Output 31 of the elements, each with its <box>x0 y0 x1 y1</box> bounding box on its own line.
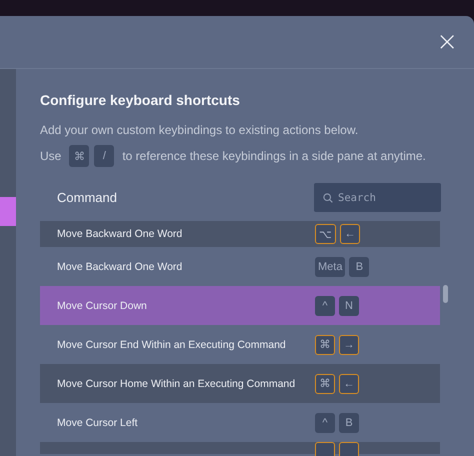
scrollbar-thumb[interactable] <box>443 285 448 303</box>
key-cap: B <box>339 412 359 432</box>
shortcut-row[interactable]: Move Cursor End Within an Executing Command ⌘ → <box>40 325 440 364</box>
key-cap: B <box>349 256 370 276</box>
key-cap: ← <box>339 374 359 394</box>
shortcut-row[interactable]: Move Cursor Left ^ B <box>40 403 440 442</box>
key-cap: ^ <box>315 296 335 316</box>
key-cap: ⌘ <box>315 374 335 394</box>
key-cap: ^ <box>315 412 335 432</box>
key-cap: ⌥ <box>315 224 336 244</box>
shortcut-row[interactable]: Move Cursor Down ^ N <box>40 286 440 325</box>
key-cap: N <box>339 296 359 316</box>
search-icon <box>323 193 333 203</box>
key-cap: / <box>94 145 114 167</box>
key-cap: ⌘ <box>69 145 90 167</box>
shortcut-row[interactable]: Move Cursor Home Within an Executing Command ⌘ ← <box>40 364 440 403</box>
shortcut-row[interactable] <box>40 442 440 454</box>
shortcut-row[interactable]: Move Backward One Word Meta B <box>40 247 440 286</box>
key-cap: Meta <box>315 256 346 276</box>
sidebar-tab[interactable] <box>0 197 16 226</box>
key-cap: ⌘ <box>315 334 335 354</box>
dialog-title: Configure keyboard shortcuts <box>40 92 241 108</box>
description-text: Add your own custom keybindings to existing actions below. <box>40 123 360 137</box>
hint-text: to reference these keybindings in a side pane at anytime. <box>122 149 426 163</box>
search-field[interactable]: Search <box>314 183 441 212</box>
key-cap: → <box>339 334 359 354</box>
key-cap: ← <box>340 224 360 244</box>
close-button[interactable]: × <box>434 31 460 53</box>
shortcut-row[interactable]: Move Backward One Word ⌥ ← <box>40 221 440 247</box>
column-header: Command <box>57 190 117 205</box>
hint-text: Use <box>40 149 62 163</box>
